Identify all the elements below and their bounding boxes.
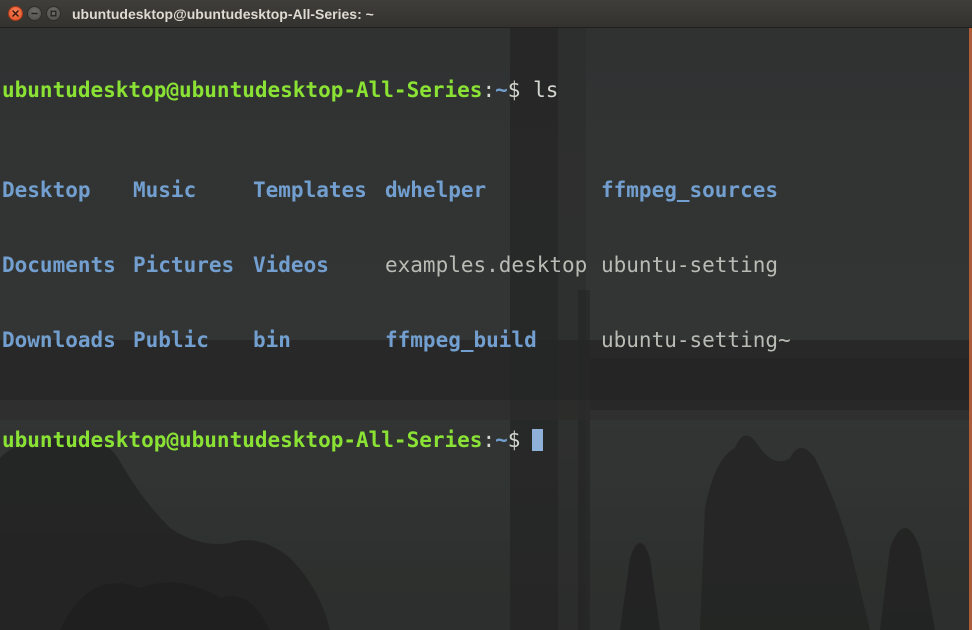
window-title: ubuntudesktop@ubuntudesktop-All-Series: … xyxy=(72,5,374,22)
prompt-line-2: ubuntudesktop@ubuntudesktop-All-Series:~… xyxy=(2,428,558,453)
close-icon xyxy=(12,10,19,17)
terminal-window: ubuntudesktop@ubuntudesktop-All-Series: … xyxy=(0,0,972,630)
prompt-path: ~ xyxy=(495,428,508,452)
listing-entry: Music xyxy=(133,178,197,202)
command-text: ls xyxy=(533,78,559,102)
listing-entry: dwhelper xyxy=(385,178,487,202)
listing-row: Desktop Music Templates dwhelper ffmpeg_… xyxy=(2,178,778,203)
minimize-icon xyxy=(31,12,38,15)
prompt-line-1: ubuntudesktop@ubuntudesktop-All-Series:~… xyxy=(2,78,558,103)
prompt-colon: : xyxy=(482,428,496,452)
listing-entry: bin xyxy=(253,328,291,352)
listing-entry: Desktop xyxy=(2,178,91,202)
listing-entry: Downloads xyxy=(2,328,116,352)
listing-entry: examples.desktop xyxy=(385,253,588,277)
listing-entry: ubuntu-setting~ xyxy=(601,328,791,352)
prompt-path: ~ xyxy=(495,78,508,102)
text-cursor xyxy=(532,429,544,451)
listing-entry: Videos xyxy=(253,253,329,277)
listing-entry: Public xyxy=(133,328,209,352)
title-bar[interactable]: ubuntudesktop@ubuntudesktop-All-Series: … xyxy=(0,0,972,28)
listing-entry: Templates xyxy=(253,178,367,202)
listing-entry: Documents xyxy=(2,253,116,277)
prompt-symbol: $ xyxy=(507,78,521,102)
listing-entry: ubuntu-setting xyxy=(601,253,779,277)
listing-row: Downloads Public bin ffmpeg_build ubuntu… xyxy=(2,328,791,353)
maximize-button[interactable] xyxy=(46,6,61,21)
prompt-colon: : xyxy=(482,78,496,102)
prompt-symbol: $ xyxy=(507,428,521,452)
listing-row: Documents Pictures Videos examples.deskt… xyxy=(2,253,778,278)
minimize-button[interactable] xyxy=(27,6,42,21)
maximize-icon xyxy=(50,10,57,17)
close-button[interactable] xyxy=(8,6,23,21)
terminal-text: ubuntudesktop@ubuntudesktop-All-Series:~… xyxy=(2,28,791,503)
prompt-user-host: ubuntudesktop@ubuntudesktop-All-Series xyxy=(2,428,483,452)
listing-entry: ffmpeg_sources xyxy=(601,178,779,202)
listing-entry: Pictures xyxy=(133,253,235,277)
listing-entry: ffmpeg_build xyxy=(385,328,537,352)
prompt-user-host: ubuntudesktop@ubuntudesktop-All-Series xyxy=(2,78,483,102)
terminal-area[interactable]: ubuntudesktop@ubuntudesktop-All-Series:~… xyxy=(0,28,972,630)
